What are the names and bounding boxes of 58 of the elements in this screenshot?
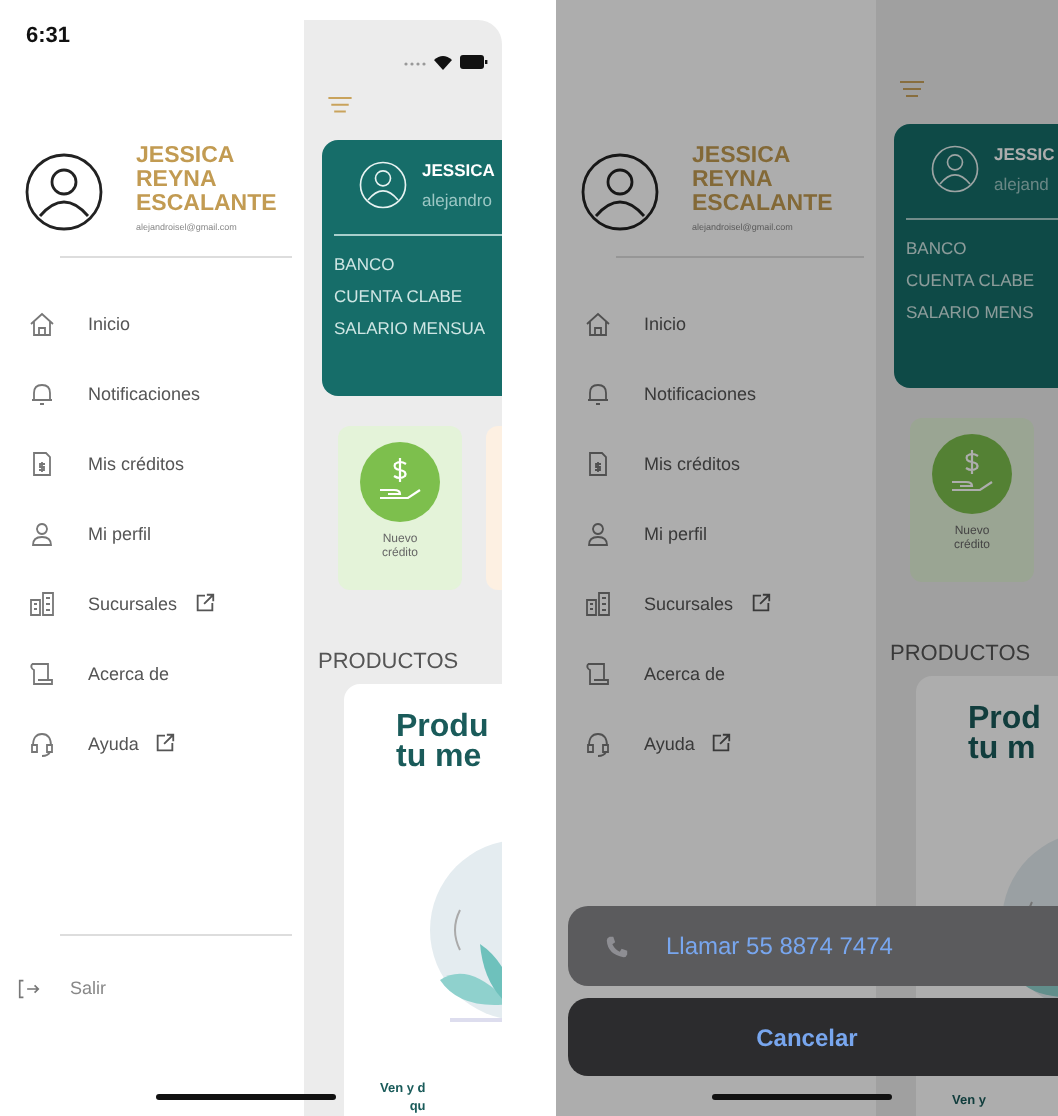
menu-item-icon: [584, 449, 612, 477]
menu-item[interactable]: Acerca de: [0, 654, 304, 692]
avatar-icon: [580, 152, 660, 232]
avatar-icon: [24, 152, 104, 232]
card-email: alejandro: [422, 189, 494, 210]
menu-item[interactable]: Ayuda: [556, 724, 876, 762]
user-name: JESSICA REYNA ESCALANTE: [692, 144, 833, 216]
menu-item-icon: [28, 449, 56, 477]
menu-item[interactable]: Ayuda: [0, 724, 304, 762]
menu-item[interactable]: Mi perfil: [556, 514, 876, 552]
menu-item[interactable]: Notificaciones: [0, 374, 304, 412]
menu-item-icon: [584, 589, 612, 617]
menu-item-icon: [28, 309, 56, 337]
menu-item-icon: [28, 519, 56, 547]
call-button[interactable]: Llamar 55 8874 7474: [568, 906, 1058, 986]
status-time: 6:31: [26, 24, 73, 52]
menu-item-icon: [28, 659, 56, 687]
user-name: JESSICA REYNA ESCALANTE: [136, 144, 277, 216]
money-hand-icon: [360, 442, 440, 522]
card-name: JESSIC: [994, 144, 1055, 164]
product-title: Produ tu me: [396, 712, 489, 772]
menu-icon[interactable]: [900, 80, 924, 98]
product-title: Prod tu m: [968, 704, 1041, 764]
card-field-label: BANCO: [906, 236, 969, 262]
card-field-label: SALARIO MENS: [906, 300, 1036, 326]
avatar-icon: [930, 144, 980, 194]
menu-item[interactable]: Mis créditos: [0, 444, 304, 482]
menu-item[interactable]: Sucursales: [556, 584, 876, 622]
card-field-label: SALARIO MENSUA: [334, 315, 488, 342]
menu-item[interactable]: Inicio: [556, 304, 876, 342]
menu-icon[interactable]: [328, 96, 352, 114]
section-title: PRODUCTOS: [890, 642, 1033, 666]
card-field-label: CUENTA CLABE: [334, 283, 465, 310]
menu-item[interactable]: Notificaciones: [556, 374, 876, 412]
card-email: alejand: [994, 174, 1051, 194]
menu-item-icon: [584, 659, 612, 687]
menu-item-icon: [584, 519, 612, 547]
exit-icon: [16, 975, 42, 1001]
section-title: PRODUCTOS: [318, 650, 461, 674]
menu-item[interactable]: Sucursales: [0, 584, 304, 622]
avatar-icon: [358, 159, 408, 210]
menu-item-icon: [584, 379, 612, 407]
cancel-button[interactable]: Cancelar: [568, 998, 1058, 1076]
card-field-label: BANCO: [334, 251, 397, 278]
menu-item-icon: [28, 379, 56, 407]
menu-item[interactable]: Mi perfil: [0, 514, 304, 552]
menu-item[interactable]: Acerca de: [556, 654, 876, 692]
phone-icon: [604, 933, 630, 959]
card-name: JESSICA: [422, 159, 495, 180]
menu-item[interactable]: Inicio: [0, 304, 304, 342]
card-field-label: CUENTA CLABE: [906, 268, 1037, 294]
money-hand-icon: [932, 434, 1012, 514]
menu-item[interactable]: Mis créditos: [556, 444, 876, 482]
menu-item-icon: [584, 729, 612, 757]
logout-item[interactable]: Salir: [16, 974, 304, 1002]
menu-item-icon: [28, 589, 56, 617]
menu-item-icon: [28, 729, 56, 757]
menu-item-icon: [584, 309, 612, 337]
